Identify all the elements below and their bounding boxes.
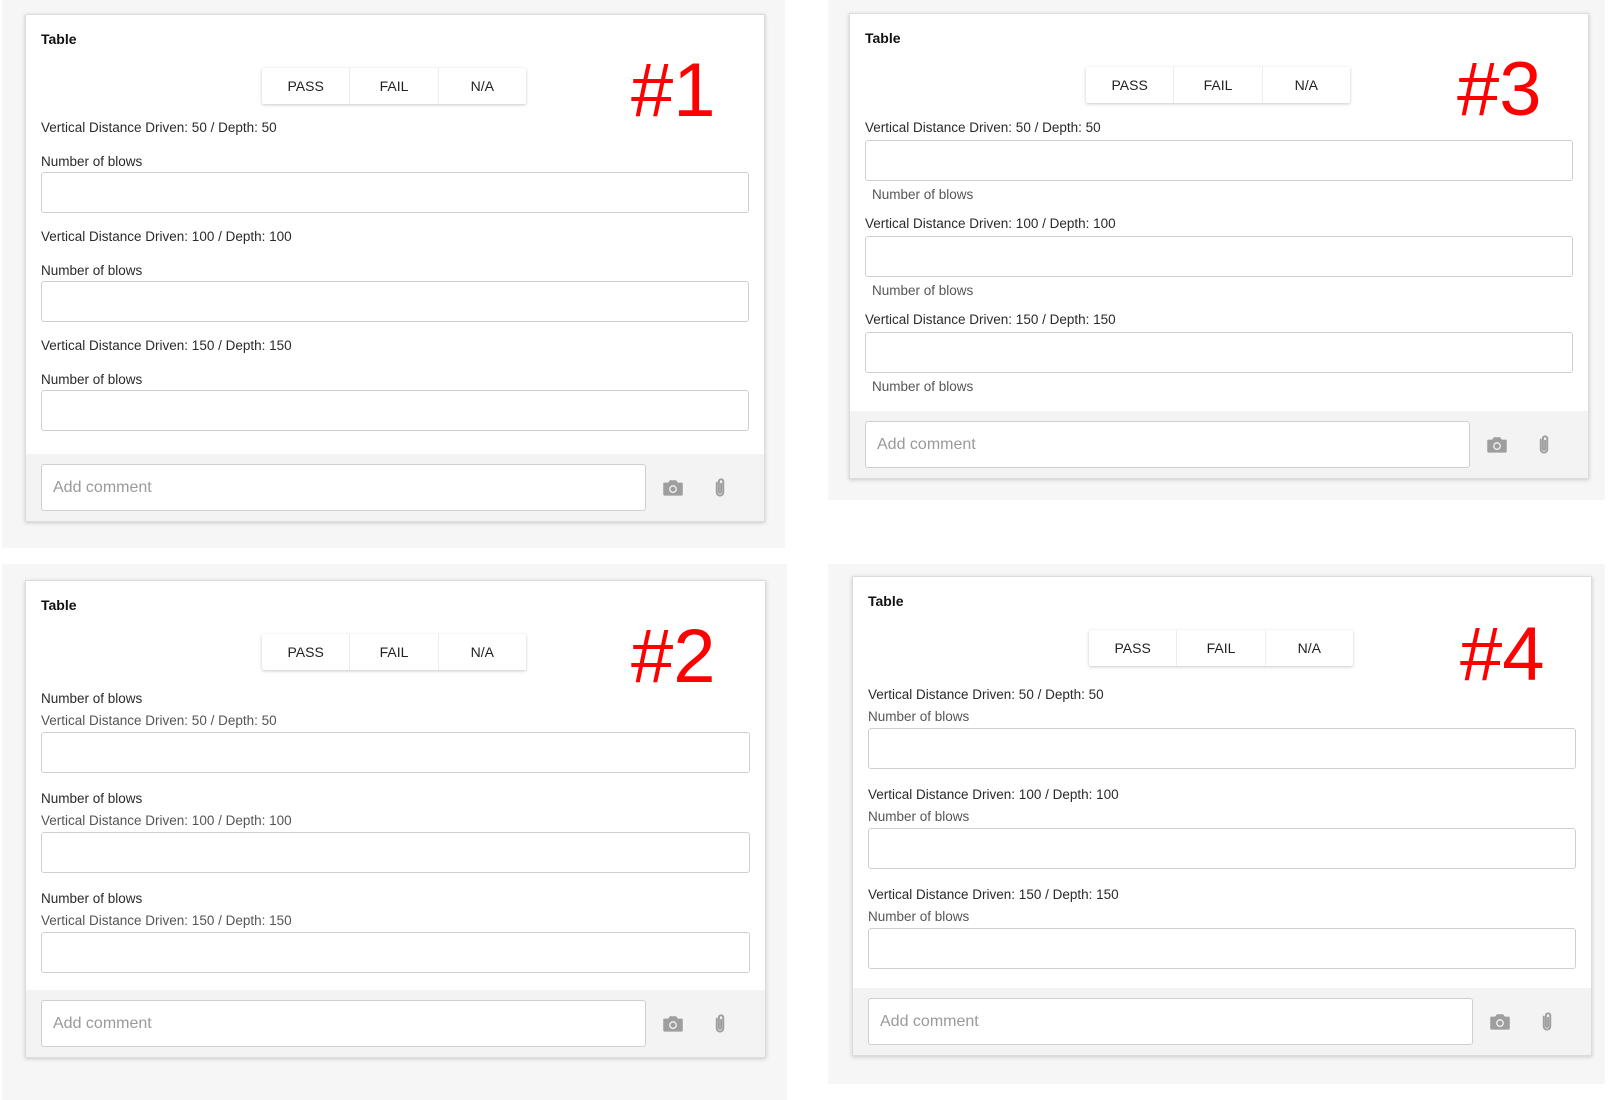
comment-footer: Add comment <box>853 988 1591 1055</box>
blows-input[interactable] <box>41 832 750 873</box>
distance-label: Vertical Distance Driven: 100 / Depth: 1… <box>41 229 292 244</box>
blows-input[interactable] <box>865 332 1573 373</box>
paperclip-icon[interactable] <box>1531 432 1557 458</box>
blows-input[interactable] <box>865 140 1573 181</box>
card-title: Table <box>865 30 901 46</box>
blows-label: Number of blows <box>872 187 974 202</box>
distance-label: Vertical Distance Driven: 150 / Depth: 1… <box>868 887 1119 902</box>
pass-button[interactable]: PASS <box>262 634 351 670</box>
distance-label: Vertical Distance Driven: 150 / Depth: 1… <box>865 312 1116 327</box>
comment-footer: Add comment <box>850 411 1588 478</box>
pass-button[interactable]: PASS <box>1089 630 1178 666</box>
comment-placeholder: Add comment <box>53 1014 152 1032</box>
pass-fail-na-toggle: PASS FAIL N/A <box>262 68 526 104</box>
blows-label: Number of blows <box>868 709 970 724</box>
variant-badge: #2 <box>631 614 716 699</box>
na-button[interactable]: N/A <box>439 634 526 670</box>
card-title: Table <box>868 593 904 609</box>
pass-fail-na-toggle: PASS FAIL N/A <box>1086 67 1350 103</box>
blows-label: Number of blows <box>41 263 143 278</box>
inspection-card-2: Table PASS FAIL N/A #2 Number of blows V… <box>25 580 766 1058</box>
blows-label: Number of blows <box>868 809 970 824</box>
na-button[interactable]: N/A <box>439 68 526 104</box>
distance-label: Vertical Distance Driven: 50 / Depth: 50 <box>865 120 1101 135</box>
blows-input[interactable] <box>868 928 1576 969</box>
blows-input[interactable] <box>868 728 1576 769</box>
distance-label: Vertical Distance Driven: 50 / Depth: 50 <box>41 713 277 728</box>
blows-label: Number of blows <box>41 791 143 806</box>
blows-label: Number of blows <box>872 379 974 394</box>
distance-label: Vertical Distance Driven: 50 / Depth: 50 <box>41 120 277 135</box>
camera-icon[interactable] <box>1484 432 1510 458</box>
blows-input[interactable] <box>41 281 749 322</box>
paperclip-icon[interactable] <box>1534 1009 1560 1035</box>
pass-button[interactable]: PASS <box>262 68 351 104</box>
distance-label: Vertical Distance Driven: 150 / Depth: 1… <box>41 913 292 928</box>
blows-input[interactable] <box>41 932 750 973</box>
pass-fail-na-toggle: PASS FAIL N/A <box>262 634 526 670</box>
na-button[interactable]: N/A <box>1266 630 1353 666</box>
distance-label: Vertical Distance Driven: 50 / Depth: 50 <box>868 687 1104 702</box>
card-title: Table <box>41 597 77 613</box>
blows-label: Number of blows <box>872 283 974 298</box>
distance-label: Vertical Distance Driven: 100 / Depth: 1… <box>868 787 1119 802</box>
comment-placeholder: Add comment <box>53 478 152 496</box>
fail-button[interactable]: FAIL <box>1177 630 1266 666</box>
fail-button[interactable]: FAIL <box>1174 67 1263 103</box>
blows-input[interactable] <box>865 236 1573 277</box>
distance-label: Vertical Distance Driven: 100 / Depth: 1… <box>865 216 1116 231</box>
inspection-card-4: Table PASS FAIL N/A #4 Vertical Distance… <box>852 576 1592 1056</box>
camera-icon[interactable] <box>1487 1009 1513 1035</box>
blows-input[interactable] <box>41 390 749 431</box>
add-comment-input[interactable]: Add comment <box>41 464 646 511</box>
variant-badge: #4 <box>1460 612 1545 697</box>
camera-icon[interactable] <box>660 1011 686 1037</box>
variant-badge: #3 <box>1457 47 1542 132</box>
blows-label: Number of blows <box>41 891 143 906</box>
blows-input[interactable] <box>41 732 750 773</box>
add-comment-input[interactable]: Add comment <box>868 998 1473 1045</box>
blows-label: Number of blows <box>41 372 143 387</box>
comment-footer: Add comment <box>26 454 764 521</box>
card-title: Table <box>41 31 77 47</box>
paperclip-icon[interactable] <box>707 1011 733 1037</box>
pass-fail-na-toggle: PASS FAIL N/A <box>1089 630 1353 666</box>
blows-input[interactable] <box>868 828 1576 869</box>
blows-label: Number of blows <box>41 154 143 169</box>
comment-footer: Add comment <box>26 990 765 1057</box>
distance-label: Vertical Distance Driven: 150 / Depth: 1… <box>41 338 292 353</box>
camera-icon[interactable] <box>660 475 686 501</box>
distance-label: Vertical Distance Driven: 100 / Depth: 1… <box>41 813 292 828</box>
blows-label: Number of blows <box>41 691 143 706</box>
comment-placeholder: Add comment <box>880 1012 979 1030</box>
comment-placeholder: Add comment <box>877 435 976 453</box>
blows-input[interactable] <box>41 172 749 213</box>
blows-label: Number of blows <box>868 909 970 924</box>
na-button[interactable]: N/A <box>1263 67 1350 103</box>
add-comment-input[interactable]: Add comment <box>865 421 1470 468</box>
paperclip-icon[interactable] <box>707 475 733 501</box>
variant-badge: #1 <box>631 48 716 133</box>
add-comment-input[interactable]: Add comment <box>41 1000 646 1047</box>
inspection-card-3: Table PASS FAIL N/A #3 Vertical Distance… <box>849 13 1589 479</box>
inspection-card-1: Table PASS FAIL N/A #1 Vertical Distance… <box>25 14 765 522</box>
fail-button[interactable]: FAIL <box>350 634 439 670</box>
fail-button[interactable]: FAIL <box>350 68 439 104</box>
pass-button[interactable]: PASS <box>1086 67 1175 103</box>
